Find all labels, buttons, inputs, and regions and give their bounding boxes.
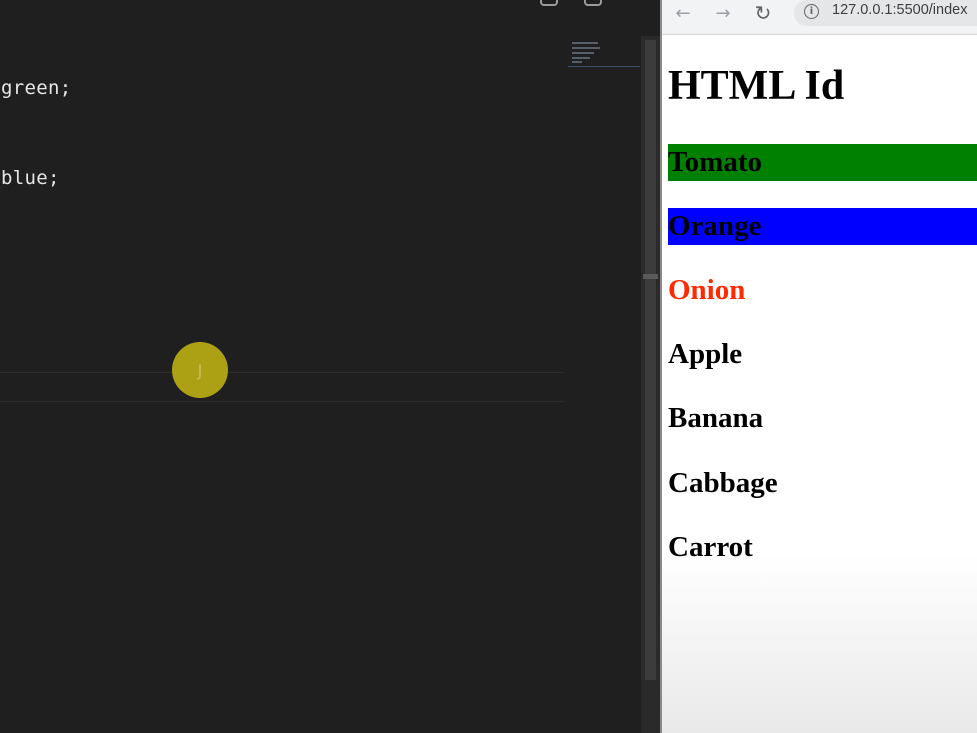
editor-title-bar: [0, 0, 660, 36]
browser-toolbar: ← → ↻ i 127.0.0.1:5500/index: [662, 0, 977, 35]
site-info-icon[interactable]: i: [804, 4, 819, 19]
mouse-click-indicator: J: [172, 342, 228, 398]
more-actions-icon[interactable]: [584, 0, 602, 6]
scrollbar-position-marker: [643, 274, 658, 279]
item-onion: Onion: [668, 274, 746, 306]
code-line[interactable]: green;: [1, 77, 71, 99]
item-apple: Apple: [668, 338, 743, 370]
browser-window: ← → ↻ i 127.0.0.1:5500/index HTML Id Tom…: [660, 0, 977, 733]
code-line[interactable]: blue;: [1, 167, 60, 189]
back-arrow-icon[interactable]: ←: [670, 1, 696, 25]
page-background: [662, 553, 977, 733]
current-line-highlight-top: [0, 372, 565, 373]
item-cabbage: Cabbage: [668, 467, 778, 499]
current-line-highlight-bottom: [0, 401, 565, 402]
reload-icon[interactable]: ↻: [750, 1, 776, 25]
url-text[interactable]: 127.0.0.1:5500/index: [832, 2, 967, 18]
editor-scrollbar[interactable]: [641, 36, 660, 733]
item-tomato: Tomato: [668, 144, 977, 181]
address-bar[interactable]: i 127.0.0.1:5500/index: [794, 0, 977, 26]
split-editor-icon[interactable]: [540, 0, 558, 6]
item-orange: Orange: [668, 208, 977, 245]
page-title: HTML Id: [668, 63, 845, 109]
code-editor[interactable]: green; blue; J: [0, 0, 660, 733]
item-carrot: Carrot: [668, 531, 753, 563]
scrollbar-thumb[interactable]: [645, 40, 656, 680]
editor-minimap[interactable]: [568, 40, 640, 70]
forward-arrow-icon[interactable]: →: [710, 1, 736, 25]
item-banana: Banana: [668, 402, 764, 434]
